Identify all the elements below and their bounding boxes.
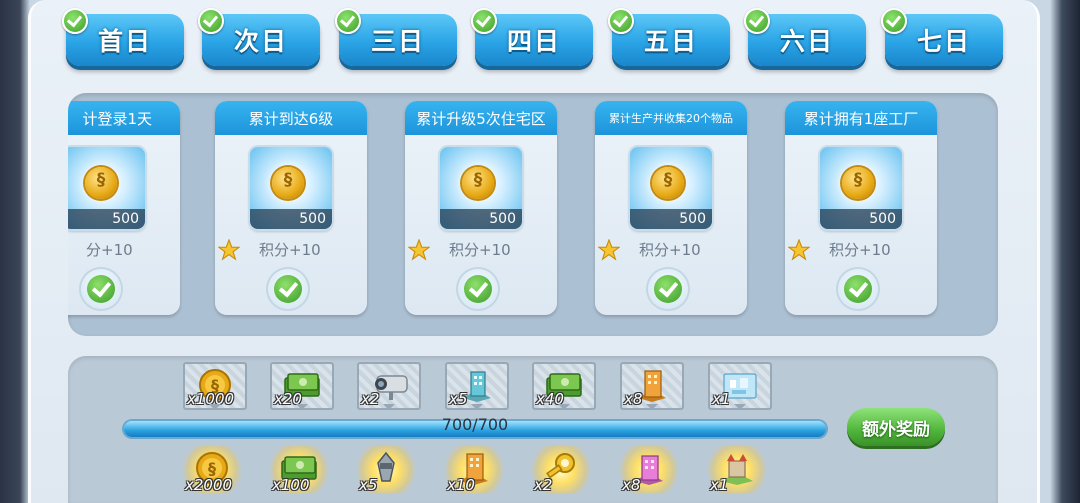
final-reward[interactable]: x5 [357, 446, 415, 494]
task-card: 累计升级5次住宅区 500 积分+10 [405, 101, 557, 315]
task-title: 累计生产并收集20个物品 [595, 101, 747, 135]
tab-label: 首日 [97, 27, 152, 56]
coin-icon [85, 167, 117, 199]
progress-text: 700/700 [441, 415, 509, 434]
check-icon [471, 8, 497, 34]
star-icon [598, 239, 620, 261]
reward-count: x2000 [185, 476, 233, 494]
coin-icon [652, 167, 684, 199]
task-title: 累计拥有1座工厂 [785, 101, 937, 135]
tab-day-6[interactable]: 六日 [744, 8, 866, 66]
task-card: 计登录1天 500 分+10 [68, 101, 180, 315]
tab-label: 六日 [779, 27, 834, 56]
reward-item[interactable]: 500 [820, 147, 902, 229]
check-icon [335, 8, 361, 34]
reward-count: x8 [624, 390, 643, 408]
milestone-reward[interactable]: x40 [532, 362, 596, 410]
tab-day-5[interactable]: 五日 [608, 8, 730, 66]
points-label: 分+10 [86, 241, 133, 259]
reward-item[interactable]: 500 [68, 147, 145, 229]
milestone-reward[interactable]: x20 [270, 362, 334, 410]
check-icon [62, 8, 88, 34]
coin-icon [842, 167, 874, 199]
star-icon [408, 239, 430, 261]
completed-check-icon [458, 269, 498, 309]
reward-count: x8 [622, 476, 641, 494]
task-list[interactable]: 计登录1天 500 分+10 累计到达6级 500 积分+10 累计升级5次住宅… [68, 93, 998, 336]
reward-count: x20 [274, 390, 302, 408]
coin-icon [272, 167, 304, 199]
check-icon [881, 8, 907, 34]
reward-count: x1 [710, 476, 729, 494]
task-title: 计登录1天 [68, 101, 180, 135]
points-label: 积分+10 [639, 241, 701, 259]
reward-quantity: 500 [820, 209, 902, 229]
tab-label: 四日 [506, 27, 561, 56]
reward-item[interactable]: 500 [250, 147, 332, 229]
task-title: 累计升级5次住宅区 [405, 101, 557, 135]
tab-day-2[interactable]: 次日 [198, 8, 320, 66]
tab-day-1[interactable]: 首日 [62, 8, 184, 66]
final-reward[interactable]: x100 [270, 446, 328, 494]
reward-quantity: 500 [440, 209, 522, 229]
reward-count: x100 [272, 476, 310, 494]
reward-quantity: 500 [630, 209, 712, 229]
coin-icon [462, 167, 494, 199]
points-label: 积分+10 [259, 241, 321, 259]
final-reward[interactable]: x1 [708, 446, 766, 494]
tab-day-4[interactable]: 四日 [471, 8, 593, 66]
milestone-reward[interactable]: § x1000 [183, 362, 247, 410]
final-reward[interactable]: § x2000 [183, 446, 241, 494]
final-reward[interactable]: x10 [445, 446, 503, 494]
reward-item[interactable]: 500 [440, 147, 522, 229]
tab-label: 三日 [370, 27, 425, 56]
reward-quantity: 500 [68, 209, 145, 229]
reward-item[interactable]: 500 [630, 147, 712, 229]
check-icon [198, 8, 224, 34]
points-label: 积分+10 [449, 241, 511, 259]
milestone-reward[interactable]: x5 [445, 362, 509, 410]
reward-count: x2 [361, 390, 380, 408]
star-icon [218, 239, 240, 261]
check-icon [608, 8, 634, 34]
tab-label: 七日 [916, 27, 971, 56]
reward-count: x5 [359, 476, 378, 494]
reward-count: x2 [534, 476, 553, 494]
milestone-reward[interactable]: x2 [357, 362, 421, 410]
reward-quantity: 500 [250, 209, 332, 229]
completed-check-icon [648, 269, 688, 309]
task-card: 累计到达6级 500 积分+10 [215, 101, 367, 315]
reward-count: x5 [449, 390, 468, 408]
points-label: 积分+10 [829, 241, 891, 259]
task-card: 累计拥有1座工厂 500 积分+10 [785, 101, 937, 315]
completed-check-icon [81, 269, 121, 309]
tab-label: 次日 [233, 27, 288, 56]
reward-count: x1 [712, 390, 731, 408]
check-icon [744, 8, 770, 34]
final-reward[interactable]: x2 [532, 446, 590, 494]
tab-day-3[interactable]: 三日 [335, 8, 457, 66]
completed-check-icon [268, 269, 308, 309]
tab-day-7[interactable]: 七日 [881, 8, 1003, 66]
reward-count: x1000 [187, 390, 235, 408]
milestone-reward[interactable]: x1 [708, 362, 772, 410]
final-reward[interactable]: x8 [620, 446, 678, 494]
extra-reward-button[interactable]: 额外奖励 [847, 408, 945, 446]
star-icon [788, 239, 810, 261]
reward-count: x40 [536, 390, 564, 408]
tab-label: 五日 [643, 27, 698, 56]
task-card: 累计生产并收集20个物品 500 积分+10 [595, 101, 747, 315]
task-title: 累计到达6级 [215, 101, 367, 135]
completed-check-icon [838, 269, 878, 309]
reward-count: x10 [447, 476, 475, 494]
milestone-reward[interactable]: x8 [620, 362, 684, 410]
